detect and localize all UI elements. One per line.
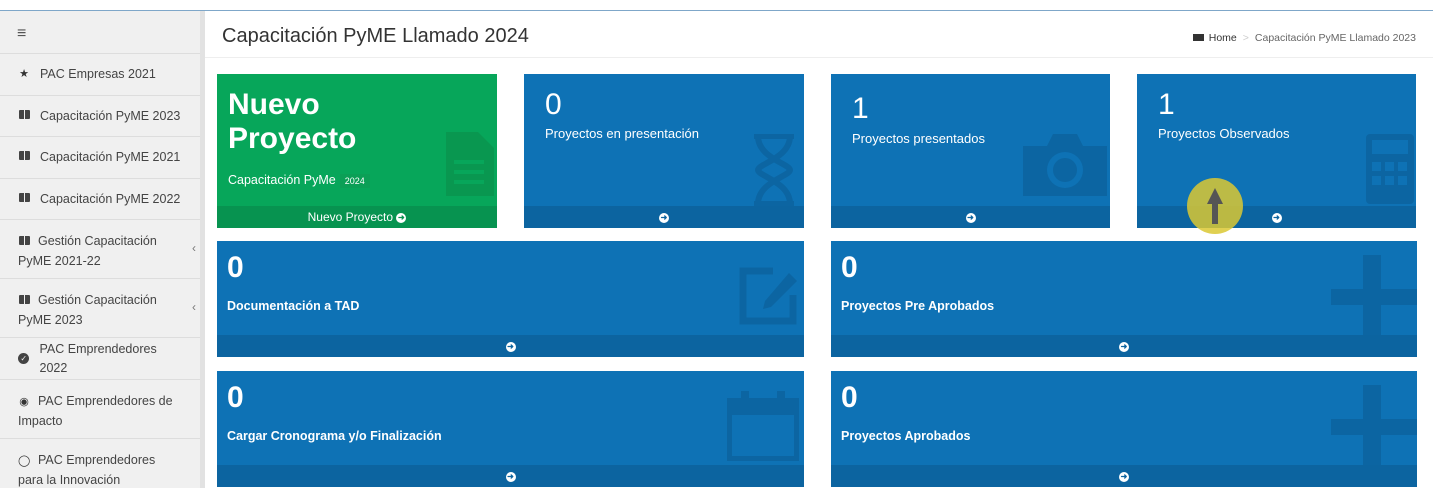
tile-subtitle: Capacitación PyMe 2024 bbox=[228, 173, 370, 188]
book-icon bbox=[18, 190, 30, 209]
calculator-icon bbox=[1366, 134, 1414, 204]
tile-label: Proyectos Aprobados bbox=[841, 429, 971, 443]
arrow-circle-right-icon: ➜ bbox=[965, 212, 976, 223]
tile-footer-link[interactable]: ➜ bbox=[831, 206, 1110, 228]
tile-count: 0 bbox=[227, 381, 244, 414]
arrow-circle-right-icon: ➜ bbox=[396, 212, 407, 223]
chevron-left-icon[interactable]: ‹ bbox=[192, 298, 196, 317]
tile-count: 0 bbox=[545, 88, 562, 121]
tile-cargar-cronograma[interactable]: 0 Cargar Cronograma y/o Finalización ➜ bbox=[217, 371, 804, 487]
book-icon bbox=[18, 107, 30, 126]
sidebar-item-label: PAC Emprendedores 2022 bbox=[39, 341, 157, 375]
tile-label: Cargar Cronograma y/o Finalización bbox=[227, 429, 442, 443]
home-icon bbox=[1192, 34, 1204, 41]
star-icon: ★ bbox=[19, 68, 29, 80]
target-icon: ◉ bbox=[19, 396, 29, 408]
sidebar-item-label: Capacitación PyME 2023 bbox=[40, 108, 181, 123]
arrow-up-icon bbox=[1207, 188, 1223, 224]
tile-proyectos-aprobados[interactable]: 0 Proyectos Aprobados ➜ bbox=[831, 371, 1417, 487]
breadcrumb-home[interactable]: Home bbox=[1209, 32, 1237, 44]
book-icon bbox=[18, 292, 30, 311]
plus-icon bbox=[1331, 255, 1417, 339]
tile-title-text: Nuevo Proyecto bbox=[228, 88, 357, 155]
lightbulb-icon: ◯ bbox=[18, 455, 31, 467]
sidebar-item-label: PAC Emprendedores de Impacto bbox=[18, 394, 173, 428]
arrow-circle-right-icon: ➜ bbox=[1271, 212, 1282, 223]
check-circle-icon: ✓ bbox=[18, 349, 30, 368]
sidebar-item-gestion-2023[interactable]: Gestión Capacitación PyME 2023 ‹ bbox=[0, 278, 200, 337]
tile-label: Proyectos presentados bbox=[852, 131, 985, 146]
sidebar-item-label: Gestión Capacitación PyME 2023 bbox=[18, 293, 157, 327]
document-icon bbox=[446, 132, 494, 196]
hourglass-icon bbox=[754, 134, 794, 206]
sidebar: ≡ ★ PAC Empresas 2021 Capacitación PyME … bbox=[0, 11, 205, 488]
sidebar-item-label: Gestión Capacitación PyME 2021-22 bbox=[18, 234, 157, 268]
tile-proyectos-observados[interactable]: 1 Proyectos Observados ➜ bbox=[1137, 74, 1416, 228]
sidebar-item-label: Capacitación PyME 2022 bbox=[40, 191, 181, 206]
tile-label: Proyectos en presentación bbox=[545, 126, 699, 141]
sidebar-item-label: PAC Empresas 2021 bbox=[40, 67, 156, 81]
tile-footer-link[interactable]: Nuevo Proyecto ➜ bbox=[217, 206, 497, 228]
tile-label: Proyectos Pre Aprobados bbox=[841, 299, 995, 313]
edit-icon bbox=[739, 267, 797, 325]
tile-nuevo-proyecto[interactable]: Nuevo Proyecto Capacitación PyMe 2024 Nue… bbox=[217, 74, 497, 228]
page-title-text: Capacitación PyME Llamado bbox=[222, 25, 479, 47]
hamburger-icon[interactable]: ≡ bbox=[17, 25, 26, 43]
arrow-circle-right-icon: ➜ bbox=[1119, 471, 1129, 482]
sidebar-item-emprendedores-innovacion[interactable]: ◯ PAC Emprendedores para la Innovación bbox=[0, 438, 200, 498]
page-title: Capacitación PyME Llamado 2024 bbox=[222, 25, 529, 48]
tile-footer-label: Nuevo Proyecto bbox=[307, 210, 394, 224]
tile-count: 1 bbox=[852, 92, 869, 125]
tile-subtitle-text: Capacitación PyMe bbox=[228, 173, 336, 187]
tile-count: 0 bbox=[841, 251, 858, 284]
arrow-circle-right-icon: ➜ bbox=[1119, 341, 1129, 352]
sidebar-item-capacitacion-2023[interactable]: Capacitación PyME 2023 bbox=[0, 95, 200, 136]
sidebar-menu: ★ PAC Empresas 2021 Capacitación PyME 20… bbox=[0, 53, 200, 498]
breadcrumb-current: Capacitación PyME Llamado 2023 bbox=[1254, 32, 1416, 44]
chevron-left-icon[interactable]: ‹ bbox=[192, 239, 196, 258]
book-icon bbox=[18, 233, 30, 252]
content-header: Capacitación PyME Llamado 2024 Home > Capa… bbox=[205, 11, 1433, 58]
sidebar-item-label: PAC Emprendedores para la Innovación bbox=[18, 453, 156, 487]
tile-title: Nuevo Proyecto bbox=[228, 88, 378, 156]
arrow-circle-right-icon: ➜ bbox=[505, 471, 516, 482]
tile-proyectos-presentados[interactable]: 1 Proyectos presentados ➜ bbox=[831, 74, 1110, 228]
arrow-circle-right-icon: ➜ bbox=[505, 341, 516, 352]
tile-proyectos-pre-aprobados[interactable]: 0 Proyectos Pre Aprobados ➜ bbox=[831, 241, 1417, 357]
tile-subtitle-year: 2024 bbox=[339, 174, 370, 188]
tile-proyectos-en-presentacion[interactable]: 0 Proyectos en presentación ➜ bbox=[524, 74, 804, 228]
tile-label: Proyectos Observados bbox=[1158, 126, 1290, 141]
plus-icon bbox=[1331, 385, 1417, 469]
sidebar-item-capacitacion-2022[interactable]: Capacitación PyME 2022 bbox=[0, 178, 200, 219]
arrow-circle-right-icon: ➜ bbox=[659, 212, 669, 223]
calendar-icon bbox=[727, 391, 799, 461]
tile-label: Documentación a TAD bbox=[227, 299, 360, 313]
tile-count: 0 bbox=[841, 381, 858, 414]
camera-icon bbox=[1023, 134, 1107, 196]
breadcrumb: Home > Capacitación PyME Llamado 2023 bbox=[1192, 32, 1416, 44]
book-icon bbox=[18, 148, 30, 167]
sidebar-item-capacitacion-2021[interactable]: Capacitación PyME 2021 bbox=[0, 136, 200, 178]
cursor-highlight bbox=[1187, 178, 1243, 234]
sidebar-item-pac-empresas-2021[interactable]: ★ PAC Empresas 2021 bbox=[0, 53, 200, 95]
tile-footer-link[interactable]: ➜ bbox=[524, 206, 804, 228]
page-title-year: 2024 bbox=[484, 25, 529, 47]
tile-footer-link[interactable]: ➜ bbox=[1137, 206, 1416, 228]
sidebar-item-emprendedores-2022[interactable]: ✓ PAC Emprendedores 2022 bbox=[0, 337, 200, 379]
tile-footer-link[interactable]: ➜ bbox=[831, 335, 1417, 357]
tile-count: 1 bbox=[1158, 88, 1175, 121]
tile-count: 0 bbox=[227, 251, 244, 284]
tile-documentacion-tad[interactable]: 0 Documentación a TAD ➜ bbox=[217, 241, 804, 357]
sidebar-item-emprendedores-impacto[interactable]: ◉ PAC Emprendedores de Impacto bbox=[0, 379, 200, 438]
sidebar-item-label: Capacitación PyME 2021 bbox=[40, 150, 181, 164]
tile-footer-link[interactable]: ➜ bbox=[217, 335, 804, 357]
tile-footer-link[interactable]: ➜ bbox=[217, 465, 804, 487]
sidebar-item-gestion-2021-22[interactable]: Gestión Capacitación PyME 2021-22 ‹ bbox=[0, 219, 200, 278]
tile-footer-link[interactable]: ➜ bbox=[831, 465, 1417, 487]
